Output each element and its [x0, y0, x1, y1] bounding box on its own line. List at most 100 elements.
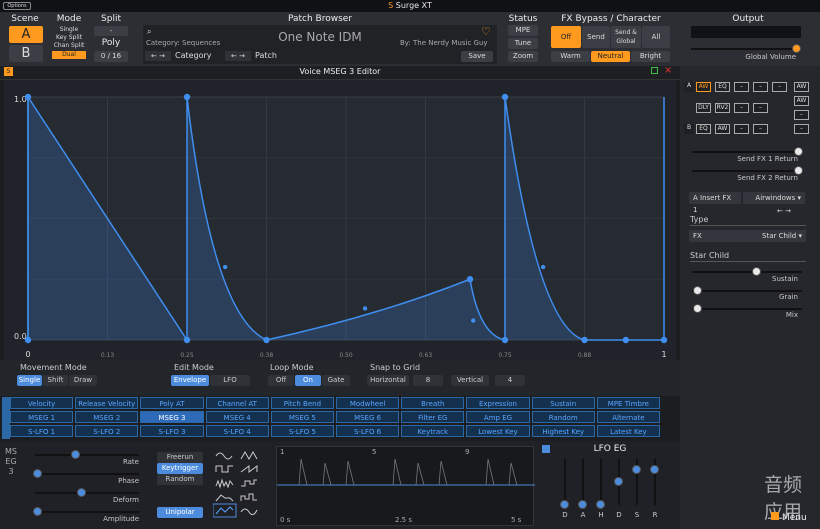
eg-slider-knob[interactable]	[578, 500, 587, 509]
fx-slot-b4[interactable]: –	[753, 124, 768, 134]
modulation-list-toggle[interactable]	[2, 397, 10, 439]
loop-off[interactable]: Off	[268, 375, 294, 386]
send-fx1-slider[interactable]	[692, 151, 802, 153]
preset-prev-next-arrows[interactable]: ← →	[777, 207, 791, 215]
amplitude-slider[interactable]	[35, 511, 139, 513]
mod-source-breath[interactable]: Breath	[401, 397, 465, 409]
fx-type-dropdown[interactable]: FX Star Child ▾	[689, 230, 806, 242]
deform-slider[interactable]	[35, 492, 139, 494]
fx-routing-grid[interactable]: A AW EQ – – – AW DLY RV2 – – AW – B EQ A…	[684, 80, 816, 134]
snap-vertical-value[interactable]: 4	[495, 375, 525, 386]
mod-source-mseg-2[interactable]: MSEG 2	[75, 411, 139, 423]
mod-source-amp-eg[interactable]: Amp EG	[466, 411, 530, 423]
snap-horizontal-value[interactable]: 8	[413, 375, 443, 386]
trigger-keytrigger[interactable]: Keytrigger	[157, 463, 203, 474]
patch-prev-next-arrows[interactable]: ← →	[225, 51, 251, 61]
fx-preset-dropdown[interactable]: Airwindows ▾	[743, 192, 805, 204]
movement-single[interactable]: Single	[17, 375, 42, 386]
scene-a-button[interactable]: A	[9, 26, 43, 43]
mod-source-velocity[interactable]: Velocity	[10, 397, 74, 409]
mod-source-latest-key[interactable]: Latest Key	[596, 425, 660, 437]
mod-source-mseg-5[interactable]: MSEG 5	[270, 411, 334, 423]
maximize-icon[interactable]	[651, 67, 658, 74]
insert-slot-label[interactable]: A Insert FX 1	[689, 192, 741, 214]
mod-source-s-lfo-3[interactable]: S-LFO 3	[140, 425, 204, 437]
fx-slot-b2[interactable]: AW	[715, 124, 730, 134]
send-fx2-slider[interactable]	[692, 170, 802, 172]
unipolar-button[interactable]: Unipolar	[157, 507, 203, 518]
movement-shift[interactable]: Shift	[43, 375, 68, 386]
global-volume-knob[interactable]	[792, 44, 801, 53]
poly-value[interactable]: 0 / 16	[94, 51, 128, 62]
mode-dual[interactable]: Dual	[52, 51, 86, 59]
lfo-shape-icons[interactable]	[212, 450, 263, 518]
phase-slider[interactable]	[35, 473, 139, 475]
fx-slot-b1[interactable]: EQ	[696, 124, 711, 134]
trigger-random[interactable]: Random	[157, 474, 203, 485]
mod-source-poly-at[interactable]: Poly AT	[140, 397, 204, 409]
character-neutral[interactable]: Neutral	[591, 51, 630, 62]
mod-source-highest-key[interactable]: Highest Key	[531, 425, 595, 437]
fx-all-button[interactable]: All	[642, 26, 670, 48]
trigger-freerun[interactable]: Freerun	[157, 452, 203, 463]
snap-vertical[interactable]: Vertical	[451, 375, 489, 386]
fx-slot-b3[interactable]: –	[734, 124, 749, 134]
lfo-eg-toggle[interactable]	[542, 445, 550, 453]
mod-source-s-lfo-1[interactable]: S-LFO 1	[10, 425, 74, 437]
fx-slot-send3[interactable]: –	[734, 103, 749, 113]
fx-slot-send2[interactable]: RV2	[715, 103, 730, 113]
mod-source-sustain[interactable]: Sustain	[531, 397, 595, 409]
close-icon[interactable]: ×	[664, 65, 672, 76]
mod-source-alternate[interactable]: Alternate	[596, 411, 660, 423]
split-value[interactable]: -	[94, 26, 128, 36]
fx-slot-out1[interactable]: AW	[794, 82, 809, 92]
tune-button[interactable]: Tune	[508, 38, 538, 49]
mode-chan-split[interactable]: Chan Split	[52, 42, 86, 50]
fx-send-button[interactable]: Send	[582, 26, 610, 48]
mod-source-random[interactable]: Random	[531, 411, 595, 423]
mpe-button[interactable]: MPE	[508, 25, 538, 36]
eg-slider-knob[interactable]	[614, 477, 623, 486]
snap-horizontal[interactable]: Horizontal	[367, 375, 409, 386]
fx-slot-a3[interactable]: –	[734, 82, 749, 92]
grain-slider[interactable]	[692, 290, 802, 292]
eg-slider-track[interactable]	[564, 459, 566, 505]
fx-slot-a2[interactable]: EQ	[715, 82, 730, 92]
global-volume-slider[interactable]	[691, 48, 799, 50]
fx-slot-send1[interactable]: DLY	[696, 103, 711, 113]
category-prev-next-arrows[interactable]: ← →	[145, 51, 171, 61]
character-warm[interactable]: Warm	[551, 51, 590, 62]
edit-envelope[interactable]: Envelope	[171, 375, 209, 386]
mod-source-s-lfo-2[interactable]: S-LFO 2	[75, 425, 139, 437]
character-bright[interactable]: Bright	[631, 51, 670, 62]
fx-slot-out3[interactable]: –	[794, 110, 809, 120]
eg-slider-knob[interactable]	[632, 465, 641, 474]
mod-source-s-lfo-4[interactable]: S-LFO 4	[205, 425, 269, 437]
fx-slot-out4[interactable]: –	[794, 124, 809, 134]
fx-slot-a1[interactable]: AW	[696, 82, 711, 92]
edit-lfo[interactable]: LFO	[210, 375, 250, 386]
movement-draw[interactable]: Draw	[69, 375, 97, 386]
eg-slider-knob[interactable]	[596, 500, 605, 509]
mod-source-mseg-4[interactable]: MSEG 4	[205, 411, 269, 423]
fx-slot-a4[interactable]: –	[753, 82, 768, 92]
mod-source-release-velocity[interactable]: Release Velocity	[75, 397, 139, 409]
mseg-graph-svg[interactable]: 0 0.13 0.25 0.38 0.50 0.63 0.75 0.88 11.00.0	[4, 80, 676, 360]
mod-source-channel-at[interactable]: Channel AT	[205, 397, 269, 409]
rate-slider[interactable]	[35, 454, 139, 456]
mod-source-s-lfo-6[interactable]: S-LFO 6	[336, 425, 400, 437]
mode-single[interactable]: Single	[52, 26, 86, 34]
mode-key-split[interactable]: Key Split	[52, 34, 86, 42]
menu-button[interactable]: Menu	[771, 512, 816, 524]
eg-slider-knob[interactable]	[560, 500, 569, 509]
fx-slot-a5[interactable]: –	[772, 82, 787, 92]
scene-b-button[interactable]: B	[9, 45, 43, 62]
fx-off-button[interactable]: Off	[551, 26, 581, 48]
mod-source-mseg-3[interactable]: MSEG 3	[140, 411, 204, 423]
zoom-button[interactable]: Zoom	[508, 51, 538, 62]
loop-on[interactable]: On	[295, 375, 321, 386]
mod-source-pitch-bend[interactable]: Pitch Bend	[270, 397, 334, 409]
eg-slider-knob[interactable]	[650, 465, 659, 474]
mod-source-s-lfo-5[interactable]: S-LFO 5	[270, 425, 334, 437]
mod-source-keytrack[interactable]: Keytrack	[401, 425, 465, 437]
